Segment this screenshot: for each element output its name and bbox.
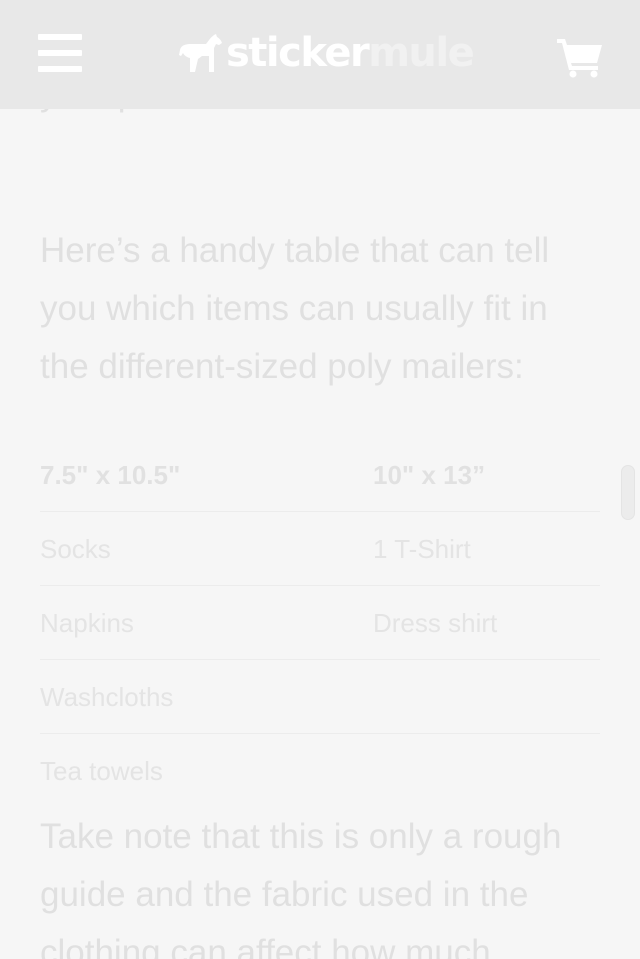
table-row: Socks 1 T-Shirt: [40, 512, 600, 586]
table-row: Tea towels: [40, 734, 600, 807]
table-cell: Napkins: [40, 608, 134, 638]
goat-icon: [179, 34, 222, 72]
table-header-row: 7.5" x 10.5" 10" x 13”: [40, 438, 600, 512]
page: your product. Here’s a handy table that …: [0, 0, 640, 959]
logo-text-sticker: sticker: [226, 30, 370, 76]
scrollbar-thumb[interactable]: [621, 465, 635, 520]
table-row: Napkins Dress shirt: [40, 586, 600, 660]
paragraph-guide-note: Take note that this is only a rough guid…: [40, 817, 562, 959]
stickermule-logo[interactable]: stickermule: [178, 28, 475, 78]
table-cell: 1 T-Shirt: [373, 534, 471, 564]
table-header-small: 7.5" x 10.5": [40, 460, 181, 490]
table-cell: Dress shirt: [373, 608, 498, 638]
shopping-cart-icon[interactable]: [556, 36, 604, 78]
paragraph-intro-table: Here’s a handy table that can tell you w…: [40, 231, 550, 386]
table-cell: Socks: [40, 534, 111, 564]
table-cell: Tea towels: [40, 756, 163, 786]
mailer-size-table: 7.5" x 10.5" 10" x 13” Socks 1 T-Shirt N…: [40, 438, 600, 807]
table-header-large: 10" x 13”: [373, 460, 486, 490]
logo-text-mule: mule: [368, 30, 475, 76]
hamburger-menu-icon[interactable]: [38, 34, 82, 72]
table-row: Washcloths: [40, 660, 600, 734]
table-cell: Washcloths: [40, 682, 174, 712]
top-navigation-bar: stickermule: [0, 0, 640, 109]
